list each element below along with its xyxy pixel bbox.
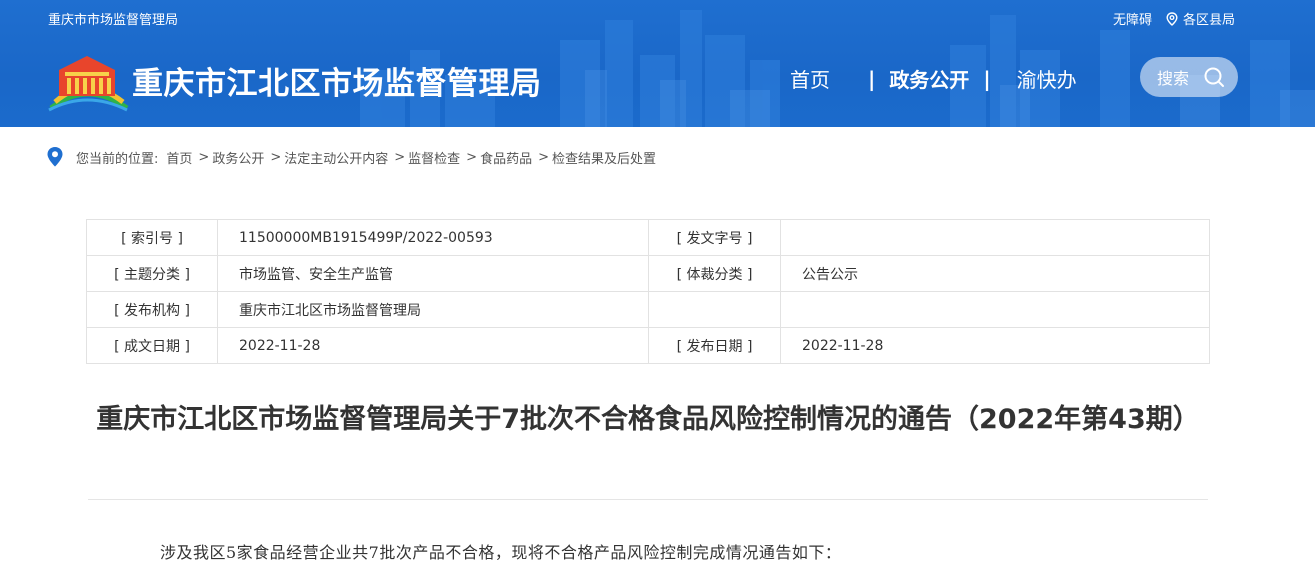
search-button[interactable]: 搜索 — [1140, 57, 1238, 97]
table-row: [ 成文日期 ] 2022-11-28 [ 发布日期 ] 2022-11-28 — [86, 327, 1210, 364]
article-body-paragraph: 涉及我区5家食品经营企业共7批次产品不合格，现将不合格产品风险控制完成情况通告如… — [160, 543, 842, 562]
bureau-logo-icon[interactable] — [47, 50, 129, 112]
breadcrumb-arrow: > — [198, 149, 210, 165]
breadcrumb-item-statutory-disclosure[interactable]: 法定主动公开内容 — [284, 148, 388, 167]
info-value — [780, 291, 1210, 328]
breadcrumb-item-inspection-results[interactable]: 检查结果及后处置 — [552, 148, 656, 167]
table-row: [ 主题分类 ] 市场监管、安全生产监管 [ 体裁分类 ] 公告公示 — [86, 255, 1210, 292]
info-value: 2022-11-28 — [780, 327, 1210, 364]
districts-link[interactable]: 各区县局 — [1166, 9, 1235, 28]
nav-item-government-affairs[interactable]: 政务公开 — [889, 64, 969, 93]
article-title: 重庆市江北区市场监督管理局关于7批次不合格食品风险控制情况的通告（2022年第4… — [96, 404, 1200, 435]
breadcrumb-item-government-affairs[interactable]: 政务公开 — [212, 148, 264, 167]
info-label: [ 发布日期 ] — [648, 327, 781, 364]
info-label: [ 索引号 ] — [86, 219, 218, 256]
nav-item-yukuaiban[interactable]: 渝快办 — [1017, 64, 1077, 93]
breadcrumb-item-food-drugs[interactable]: 食品药品 — [480, 148, 532, 167]
breadcrumb-prefix: 您当前的位置: — [76, 151, 159, 167]
info-label: [ 体裁分类 ] — [648, 255, 781, 292]
info-value: 市场监管、安全生产监管 — [217, 255, 649, 292]
breadcrumb-arrow: > — [538, 149, 549, 165]
document-info-table: [ 索引号 ] 11500000MB1915499P/2022-00593 [ … — [86, 219, 1210, 364]
info-label: [ 发文字号 ] — [648, 219, 781, 256]
info-value: 2022-11-28 — [217, 327, 649, 364]
info-value: 11500000MB1915499P/2022-00593 — [217, 219, 649, 256]
search-icon — [1204, 67, 1225, 87]
breadcrumb-arrow: > — [394, 149, 406, 165]
breadcrumb: 您当前的位置: 首页 > 政务公开 > 法定主动公开内容 > 监督检查 > 食品… — [46, 146, 656, 168]
nav-separator: | — [983, 66, 991, 91]
districts-label: 各区县局 — [1182, 13, 1235, 28]
breadcrumb-arrow: > — [466, 149, 478, 165]
nav-separator: | — [868, 66, 876, 91]
info-value: 重庆市江北区市场监督管理局 — [217, 291, 649, 328]
breadcrumb-arrow: > — [270, 149, 282, 165]
parent-site-link[interactable]: 重庆市市场监督管理局 — [48, 9, 178, 28]
info-label: [ 主题分类 ] — [86, 255, 218, 292]
table-row: [ 索引号 ] 11500000MB1915499P/2022-00593 [ … — [86, 219, 1210, 256]
title-divider — [88, 499, 1208, 500]
breadcrumb-item-supervision[interactable]: 监督检查 — [408, 148, 460, 167]
info-value — [780, 219, 1210, 256]
info-label — [648, 291, 781, 328]
info-label: [ 成文日期 ] — [86, 327, 218, 364]
info-label: [ 发布机构 ] — [86, 291, 218, 328]
site-header: 重庆市市场监督管理局 无障碍 各区县局 重庆市江北区市场监督管理局 首页 | 政… — [0, 0, 1315, 127]
breadcrumb-item-home[interactable]: 首页 — [166, 148, 192, 167]
location-pin-icon — [1166, 11, 1178, 26]
accessibility-link[interactable]: 无障碍 — [1113, 9, 1152, 28]
nav-item-home[interactable]: 首页 — [790, 64, 830, 93]
location-pin-icon — [47, 147, 63, 167]
main-nav: 首页 | 政务公开 | 渝快办 — [790, 64, 1077, 93]
topbar-links: 无障碍 各区县局 — [1113, 9, 1235, 28]
site-title[interactable]: 重庆市江北区市场监督管理局 — [132, 58, 542, 103]
table-row: [ 发布机构 ] 重庆市江北区市场监督管理局 — [86, 291, 1210, 328]
info-value: 公告公示 — [780, 255, 1210, 292]
search-label: 搜索 — [1157, 69, 1190, 88]
